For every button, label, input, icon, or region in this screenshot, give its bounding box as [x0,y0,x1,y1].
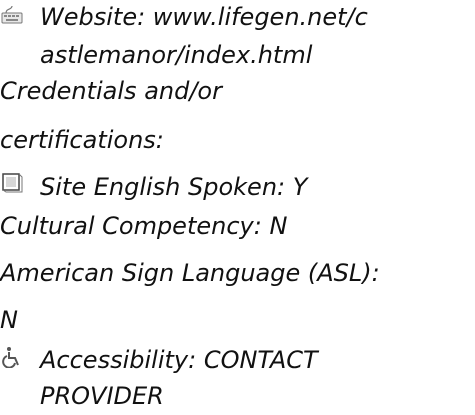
checkbox-icon [0,172,24,194]
credentials-label-line-1: Credentials and/or [0,77,222,105]
website-line-2: astlemanor/index.html [40,41,313,69]
english-spoken-line: Site English Spoken: Y [40,173,308,201]
provider-details: Website: www.lifegen.net/c astlemanor/in… [0,0,475,415]
credentials-label-line-2: certifications: [0,126,164,154]
asl-line-1: American Sign Language (ASL): [0,259,380,287]
accessibility-line-2: PROVIDER [40,382,164,410]
website-line-1: Website: www.lifegen.net/c [40,3,368,31]
keyboard-icon [0,4,24,26]
cultural-competency-line: Cultural Competency: N [0,212,288,240]
accessibility-line-1: Accessibility: CONTACT [40,346,318,374]
asl-line-2: N [0,306,18,334]
wheelchair-icon [0,346,24,369]
